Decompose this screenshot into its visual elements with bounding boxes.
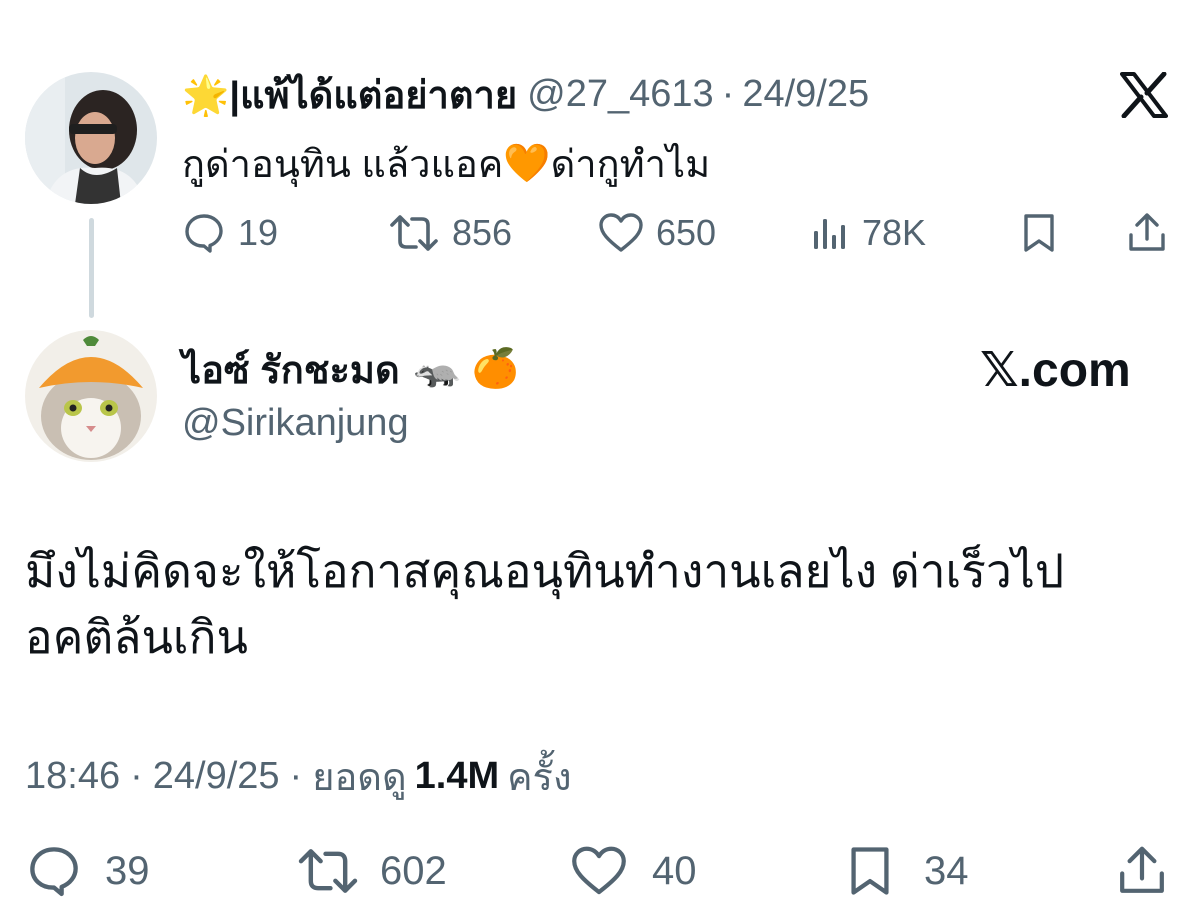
main-reply-count: 39 [105, 848, 150, 893]
parent-repost-count: 856 [452, 212, 513, 253]
main-action-bar: 39 602 40 34 [0, 838, 1199, 904]
parent-like-button[interactable]: 650 [598, 205, 716, 261]
views-prefix: ยอดดู [312, 756, 407, 799]
main-share-button[interactable] [1116, 838, 1168, 904]
bookmark-icon [851, 847, 889, 895]
parent-text-part2: ด่ากูทำไม [550, 144, 711, 186]
like-icon [599, 213, 643, 252]
main-display-name-row: ไอซ์ รักชะมด 🦡 🍊 [182, 340, 519, 398]
share-icon [1120, 846, 1164, 893]
parent-like-count: 650 [656, 212, 717, 253]
main-repost-button[interactable]: 602 [296, 838, 447, 904]
parent-share-button[interactable] [1126, 205, 1168, 261]
parent-display-name[interactable]: 🌟|แพ้ได้แต่อย่าตาย [182, 64, 517, 125]
main-time[interactable]: 18:46 [25, 755, 120, 798]
reply-icon [30, 847, 78, 897]
avatar-main[interactable] [25, 330, 157, 462]
parent-tweet-text: กูด่าอนุทิน แล้วแอค 🧡 ด่ากูทำไม [182, 133, 710, 194]
repost-icon [298, 849, 358, 893]
parent-tweet-header: 🌟|แพ้ได้แต่อย่าตาย @27_4613 · 24/9/25 [182, 68, 869, 120]
parent-text-part1: กูด่าอนุทิน แล้วแอค [182, 144, 504, 186]
parent-views-count: 78K [862, 212, 927, 253]
bookmark-icon [1024, 214, 1054, 252]
main-like-button[interactable]: 40 [570, 838, 697, 904]
main-tweet-meta: 18:46 · 24/9/25 · ยอดดู 1.4M ครั้ง [25, 748, 572, 804]
x-logo-icon[interactable] [1120, 71, 1168, 119]
views-count: 1.4M [414, 754, 500, 797]
reply-icon [185, 214, 223, 253]
main-bookmark-button[interactable]: 34 [846, 838, 969, 904]
parent-views-button[interactable]: 78K [810, 205, 926, 261]
parent-date[interactable]: 24/9/25 [742, 73, 869, 116]
main-like-count: 40 [652, 848, 697, 893]
like-icon [572, 846, 626, 895]
parent-bookmark-button[interactable] [1020, 205, 1058, 261]
share-icon [1129, 213, 1165, 251]
parent-reply-button[interactable]: 19 [182, 205, 278, 261]
parent-action-bar: 19 856 650 78K [0, 205, 1199, 261]
main-reply-button[interactable]: 39 [25, 838, 150, 904]
avatar-parent[interactable] [25, 72, 157, 204]
views-suffix: ครั้ง [507, 756, 572, 799]
main-bookmark-count: 34 [924, 848, 969, 893]
separator-dot: · [721, 72, 735, 115]
main-display-name[interactable]: ไอซ์ รักชะมด [182, 339, 400, 400]
orange-heart-emoji: 🧡 [503, 142, 551, 185]
views-icon [814, 219, 845, 249]
main-tweet-text: มึงไม่คิดจะให้โอกาสคุณอนุทินทำงานเลยไง ด… [25, 545, 1065, 663]
x-com-brand: 𝕏.com [980, 344, 1131, 397]
parent-reply-count: 19 [238, 212, 279, 253]
main-handle[interactable]: @Sirikanjung [182, 402, 409, 445]
repost-icon [390, 215, 438, 251]
parent-handle[interactable]: @27_4613 [527, 73, 714, 116]
main-date[interactable]: 24/9/25 [153, 755, 280, 798]
separator-dot: · [130, 754, 143, 797]
parent-repost-button[interactable]: 856 [388, 205, 512, 261]
separator-dot: · [289, 754, 303, 797]
main-repost-count: 602 [380, 848, 447, 893]
name-emojis: 🦡 🍊 [413, 348, 519, 390]
